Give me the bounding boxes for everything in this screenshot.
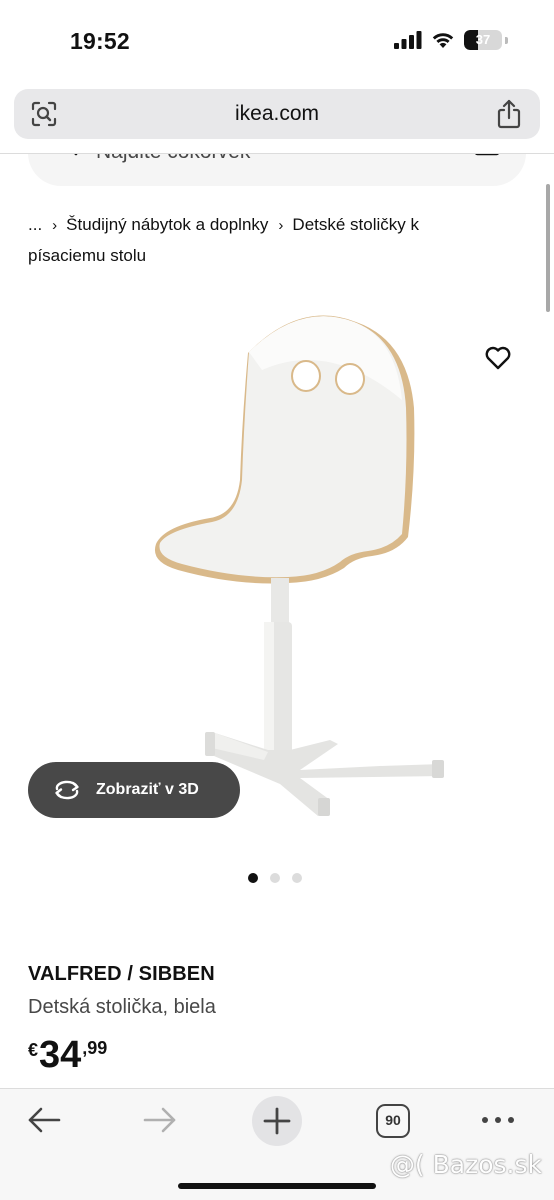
search-icon [74,154,78,156]
more-icon[interactable] [480,1113,516,1127]
search-bar-clip: Nájdite čokoľvek [0,154,554,194]
product-description: Detská stolička, biela [28,996,216,1018]
view-in-3d-button[interactable]: Zobraziť v 3D [28,762,240,818]
back-arrow-icon[interactable] [26,1105,62,1135]
address-bar-divider [0,153,554,154]
chair-column-top [271,578,289,628]
home-indicator[interactable] [178,1183,376,1189]
breadcrumb-item-study-furniture[interactable]: Študijný nábytok a doplnky [66,215,268,234]
rotate-3d-icon [55,780,79,800]
forward-arrow-icon[interactable] [142,1105,178,1135]
carousel-dot[interactable] [292,873,302,883]
view-in-3d-label: Zobraziť v 3D [96,781,199,798]
wifi-icon [432,33,454,48]
plus-icon [263,1107,291,1135]
tab-switcher-button[interactable]: 90 [376,1104,410,1138]
status-bar: 19:52 37 [0,0,554,80]
chair-hole-left [291,360,321,392]
carousel-dot[interactable] [270,873,280,883]
address-bar[interactable]: ikea.com [14,89,540,139]
breadcrumb-ellipsis[interactable]: ... [28,215,42,234]
image-carousel-dots [248,873,302,883]
status-icons: 37 [394,30,508,50]
watermark: @( Bazos.sk [389,1150,542,1179]
chair-hole-right [335,363,365,395]
battery-percent: 37 [475,32,491,47]
search-bar[interactable]: Nájdite čokoľvek [28,154,526,186]
breadcrumb: ... › Študijný nábytok a doplnky › Detské st… [28,210,498,271]
heart-icon[interactable] [484,344,512,372]
page-scrollbar[interactable] [546,184,550,312]
product-price: € 34 ,99 [28,1034,107,1076]
battery-icon: 37 [464,30,502,50]
battery-cap [505,36,508,44]
price-currency: € [28,1040,39,1060]
price-integer: 34 [39,1034,82,1076]
visual-search-camera-icon[interactable] [474,154,500,156]
url-text[interactable]: ikea.com [14,89,540,139]
chevron-right-icon: › [52,217,58,234]
product-name: VALFRED / SIBBEN [28,963,215,985]
status-time: 19:52 [70,28,130,54]
price-decimal: ,99 [82,1038,108,1058]
new-tab-button[interactable] [252,1096,302,1146]
share-icon[interactable] [496,99,522,129]
carousel-dot[interactable] [248,873,258,883]
chevron-right-icon: › [278,217,284,234]
search-input[interactable]: Nájdite čokoľvek [96,154,250,164]
cellular-signal-icon [394,31,422,49]
